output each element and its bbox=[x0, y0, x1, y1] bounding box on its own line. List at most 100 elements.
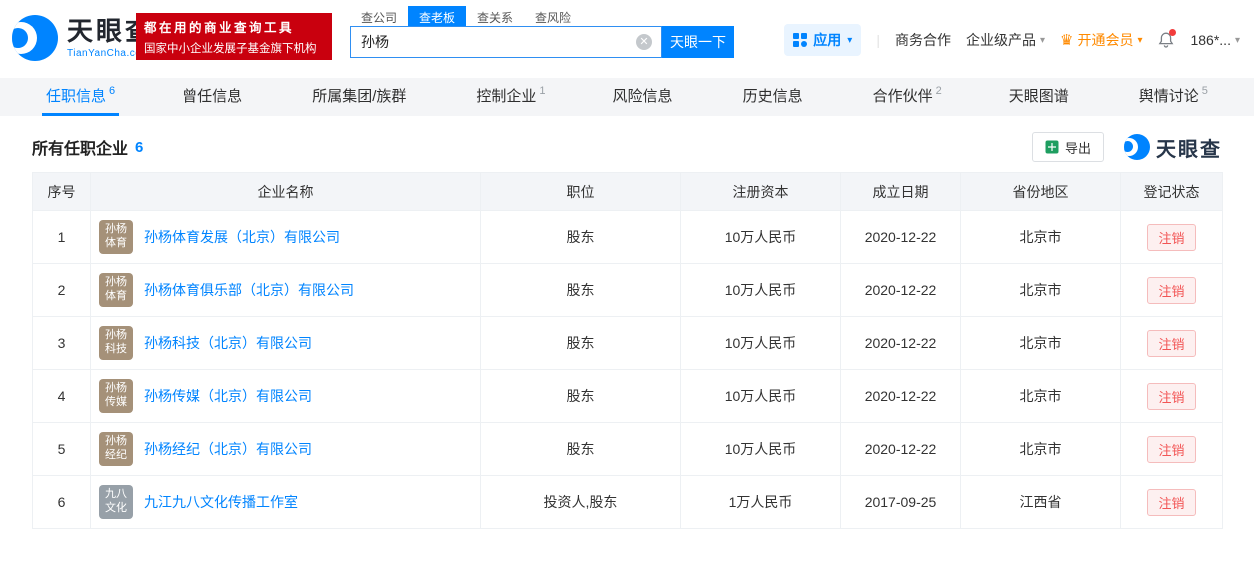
status-badge: 注销 bbox=[1147, 488, 1196, 516]
apps-menu[interactable]: 应用 ▾ bbox=[784, 24, 862, 56]
date-cell: 2020-12-22 bbox=[840, 263, 961, 317]
position-cell: 股东 bbox=[480, 369, 681, 423]
tianyancha-watermark-icon bbox=[1124, 134, 1150, 160]
region-cell: 北京市 bbox=[960, 316, 1121, 370]
section-tab[interactable]: 控制企业 1 bbox=[472, 78, 549, 116]
section-tab-label: 任职信息 bbox=[46, 88, 107, 105]
section-tab[interactable]: 所属集团/族群 bbox=[308, 78, 413, 116]
position-cell: 股东 bbox=[480, 263, 681, 317]
company-cell-td: 孙杨 体育 孙杨体育俱乐部（北京）有限公司 bbox=[90, 263, 481, 317]
company-name-link[interactable]: 孙杨体育发展（北京）有限公司 bbox=[144, 227, 340, 247]
account-phone-menu[interactable]: 186*... ▾ bbox=[1190, 32, 1240, 48]
apps-grid-icon bbox=[793, 33, 808, 47]
company-avatar: 孙杨 传媒 bbox=[99, 379, 133, 413]
company-cell: 孙杨 体育 孙杨体育俱乐部（北京）有限公司 bbox=[91, 273, 480, 307]
company-avatar: 孙杨 体育 bbox=[99, 220, 133, 254]
company-name-link[interactable]: 九江九八文化传播工作室 bbox=[144, 492, 298, 512]
company-cell: 孙杨 经纪 孙杨经纪（北京）有限公司 bbox=[91, 432, 480, 466]
search-button[interactable]: 天眼一下 bbox=[662, 26, 734, 58]
capital-cell: 10万人民币 bbox=[680, 369, 841, 423]
watermark-text: 天眼查 bbox=[1156, 138, 1222, 161]
section-tab-label: 历史信息 bbox=[742, 88, 803, 105]
export-label: 导出 bbox=[1064, 140, 1091, 156]
page: 天眼查 TianYanCha.com 都在用的商业查询工具 国家中小企业发展子基… bbox=[0, 0, 1254, 569]
promo-banner: 都在用的商业查询工具 国家中小企业发展子基金旗下机构 bbox=[136, 13, 332, 60]
search-input[interactable] bbox=[351, 34, 636, 50]
company-cell: 孙杨 传媒 孙杨传媒（北京）有限公司 bbox=[91, 379, 480, 413]
section-tab-count: 2 bbox=[935, 84, 942, 97]
date-cell: 2017-09-25 bbox=[840, 475, 961, 529]
chevron-down-icon: ▾ bbox=[1039, 34, 1045, 46]
status-cell: 注销 bbox=[1120, 316, 1223, 370]
vip-membership-menu[interactable]: ♛ 开通会员 ▾ bbox=[1060, 30, 1142, 50]
status-badge: 注销 bbox=[1147, 329, 1196, 357]
section-tab[interactable]: 风险信息 bbox=[609, 78, 680, 116]
table-row: 3 孙杨 科技 孙杨科技（北京）有限公司 股东 10万人民币 2020-12-2… bbox=[32, 316, 1223, 370]
section-tab-label: 天眼图谱 bbox=[1008, 88, 1069, 105]
region-cell: 北京市 bbox=[960, 263, 1121, 317]
table-row: 1 孙杨 体育 孙杨体育发展（北京）有限公司 股东 10万人民币 2020-12… bbox=[32, 210, 1223, 264]
section-tab[interactable]: 历史信息 bbox=[739, 78, 810, 116]
row-index: 6 bbox=[32, 475, 91, 529]
company-name-link[interactable]: 孙杨体育俱乐部（北京）有限公司 bbox=[144, 280, 354, 300]
company-name-link[interactable]: 孙杨科技（北京）有限公司 bbox=[144, 333, 312, 353]
profile-section-tabs: 任职信息 6 曾任信息 所属集团/族群 控制企业 1 风险信息 历史信息 合作伙… bbox=[0, 78, 1254, 116]
section-tab[interactable]: 任职信息 6 bbox=[42, 78, 120, 116]
date-cell: 2020-12-22 bbox=[840, 210, 961, 264]
company-name-link[interactable]: 孙杨经纪（北京）有限公司 bbox=[144, 439, 312, 459]
page-title-count: 6 bbox=[135, 138, 144, 156]
status-cell: 注销 bbox=[1120, 422, 1223, 476]
avatar-line1: 孙杨 bbox=[105, 276, 127, 289]
section-tab-count: 6 bbox=[109, 84, 116, 97]
status-cell: 注销 bbox=[1120, 263, 1223, 317]
capital-cell: 1万人民币 bbox=[680, 475, 841, 529]
date-cell: 2020-12-22 bbox=[840, 316, 961, 370]
section-tab[interactable]: 天眼图谱 bbox=[1005, 78, 1076, 116]
section-tab[interactable]: 舆情讨论 5 bbox=[1135, 78, 1212, 116]
company-cell-td: 孙杨 科技 孙杨科技（北京）有限公司 bbox=[90, 316, 481, 370]
export-button[interactable]: 导出 bbox=[1031, 132, 1104, 162]
avatar-line1: 孙杨 bbox=[105, 329, 127, 342]
avatar-line2: 传媒 bbox=[105, 396, 127, 408]
capital-cell: 10万人民币 bbox=[680, 263, 841, 317]
column-header: 职位 bbox=[480, 172, 681, 211]
section-tab[interactable]: 曾任信息 bbox=[178, 78, 249, 116]
business-cooperation-label: 商务合作 bbox=[894, 32, 951, 48]
position-cell: 股东 bbox=[480, 210, 681, 264]
clear-search-icon[interactable]: ✕ bbox=[636, 34, 652, 50]
business-cooperation-link[interactable]: 商务合作 bbox=[895, 30, 951, 50]
region-cell: 北京市 bbox=[960, 210, 1121, 264]
company-name-link[interactable]: 孙杨传媒（北京）有限公司 bbox=[144, 386, 312, 406]
crown-icon: ♛ bbox=[1060, 31, 1074, 49]
positions-table: 序号 企业名称 职位 注册资本 成立日期 省份地区 登记状态 1 孙杨 体育 孙… bbox=[32, 172, 1223, 529]
status-cell: 注销 bbox=[1120, 210, 1223, 264]
row-index: 4 bbox=[32, 369, 91, 423]
table-body: 1 孙杨 体育 孙杨体育发展（北京）有限公司 股东 10万人民币 2020-12… bbox=[32, 210, 1223, 529]
company-avatar: 孙杨 科技 bbox=[99, 326, 133, 360]
excel-icon bbox=[1045, 140, 1059, 154]
date-cell: 2020-12-22 bbox=[840, 422, 961, 476]
position-cell: 投资人,股东 bbox=[480, 475, 681, 529]
column-header: 注册资本 bbox=[680, 172, 841, 211]
watermark-logo: 天眼查 bbox=[1124, 133, 1222, 162]
company-cell-td: 九八 文化 九江九八文化传播工作室 bbox=[90, 475, 481, 529]
section-tab-label: 曾任信息 bbox=[182, 88, 243, 105]
enterprise-products-menu[interactable]: 企业级产品 ▾ bbox=[966, 30, 1045, 50]
row-index: 5 bbox=[32, 422, 91, 476]
chevron-down-icon: ▾ bbox=[847, 34, 853, 46]
date-cell: 2020-12-22 bbox=[840, 369, 961, 423]
notifications-bell[interactable] bbox=[1157, 29, 1177, 49]
region-cell: 北京市 bbox=[960, 369, 1121, 423]
top-header: 天眼查 TianYanCha.com 都在用的商业查询工具 国家中小企业发展子基… bbox=[0, 0, 1254, 78]
avatar-line2: 体育 bbox=[105, 237, 127, 249]
tianyancha-logo[interactable]: 天眼查 TianYanCha.com bbox=[12, 15, 154, 61]
status-cell: 注销 bbox=[1120, 475, 1223, 529]
chevron-down-icon: ▾ bbox=[1137, 34, 1143, 46]
section-tab[interactable]: 合作伙伴 2 bbox=[869, 78, 946, 116]
status-badge: 注销 bbox=[1147, 382, 1196, 410]
section-tab-count: 1 bbox=[539, 84, 546, 97]
position-cell: 股东 bbox=[480, 316, 681, 370]
row-index: 1 bbox=[32, 210, 91, 264]
apps-label: 应用 bbox=[813, 32, 842, 48]
company-cell-td: 孙杨 经纪 孙杨经纪（北京）有限公司 bbox=[90, 422, 481, 476]
